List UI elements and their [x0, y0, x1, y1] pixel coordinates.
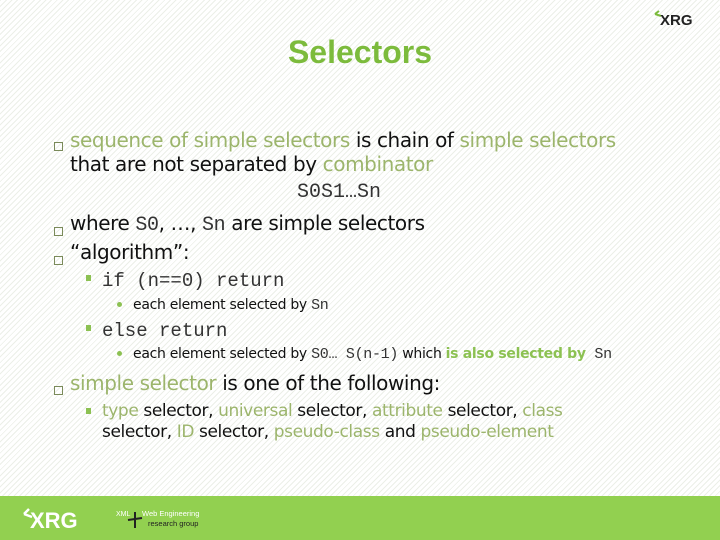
slide-title: Selectors [287, 34, 433, 70]
bullet-sequence-continuation: that are not separated by combinator [70, 152, 433, 176]
term-attribute: attribute [372, 401, 443, 421]
text: selector, [442, 401, 523, 421]
term-pseudo-element: pseudo-element [420, 422, 554, 442]
sub-bullet-icon [86, 408, 91, 414]
sub-bullet-icon [86, 275, 91, 281]
bullet-each-element-sn: each element selected by Sn [133, 297, 329, 314]
text: where [70, 211, 136, 235]
code-sn: Sn [202, 214, 226, 237]
bullet-simple-selector: simple selector is one of the following: [70, 371, 440, 395]
svg-text:Web Engineering: Web Engineering [142, 509, 199, 518]
svg-text:XML: XML [116, 511, 131, 518]
footer-bar: XRG XML Web Engineering research group [0, 496, 720, 540]
dot-bullet-icon [117, 351, 122, 356]
term-id: ID [176, 422, 195, 442]
term-combinator: combinator [322, 152, 434, 176]
text: selector, [138, 401, 219, 421]
text: each element selected by [133, 346, 312, 362]
code-sn: Sn [585, 346, 612, 363]
text: selector, [102, 422, 177, 442]
square-bullet-icon [54, 227, 63, 236]
square-bullet-icon [54, 256, 63, 265]
term-type: type [102, 401, 139, 421]
term-simple-selector: simple selector [70, 371, 217, 395]
text: is chain of [349, 128, 460, 152]
text: is one of the following: [216, 371, 440, 395]
square-bullet-icon [54, 142, 63, 151]
bullet-algorithm: “algorithm”: [70, 240, 190, 264]
text: each element selected by [133, 297, 312, 313]
code-if-return: if (n==0) return [102, 270, 285, 292]
text: that are not separated by [70, 152, 323, 176]
square-bullet-icon [54, 386, 63, 395]
term-class: class [522, 401, 563, 421]
dot-bullet-icon [117, 302, 122, 307]
term-pseudo-class: pseudo-class [273, 422, 380, 442]
code-s0-sn-1: S0… S(n-1) [311, 346, 399, 363]
text: , …, [158, 211, 203, 235]
text: selector, [194, 422, 274, 442]
bullet-sequence-definition: sequence of simple selectors is chain of… [70, 128, 616, 152]
svg-text:XRG: XRG [660, 12, 693, 28]
bullet-each-element-s0-sn1: each element selected by S0… S(n-1) whic… [133, 346, 612, 363]
term-simple-selectors: simple selectors [459, 128, 617, 152]
term-universal: universal [218, 401, 293, 421]
bullet-where: where S0, …, Sn are simple selectors [70, 211, 425, 237]
bullet-selector-types-continuation: selector, ID selector, pseudo-class and … [102, 422, 554, 442]
code-else-return: else return [102, 320, 228, 342]
bullet-selector-types: type selector, universal selector, attri… [102, 401, 563, 421]
text: and [379, 422, 421, 442]
xrg-logo-top: XRG [654, 10, 693, 28]
code-s0: S0 [135, 214, 159, 237]
text: are simple selectors [225, 211, 425, 235]
formula: S0S1…Sn [297, 181, 382, 204]
xrg-logo-footer: XRG XML Web Engineering research group [23, 508, 199, 533]
text: which [398, 346, 446, 362]
code-sn: Sn [311, 297, 329, 314]
term-sequence-of-simple-selectors: sequence of simple selectors [70, 128, 350, 152]
sub-bullet-icon [86, 325, 91, 331]
emphasis-also-selected: is also selected by [445, 346, 586, 362]
svg-text:research group: research group [148, 519, 198, 528]
svg-text:XRG: XRG [30, 508, 78, 533]
text: selector, [292, 401, 373, 421]
